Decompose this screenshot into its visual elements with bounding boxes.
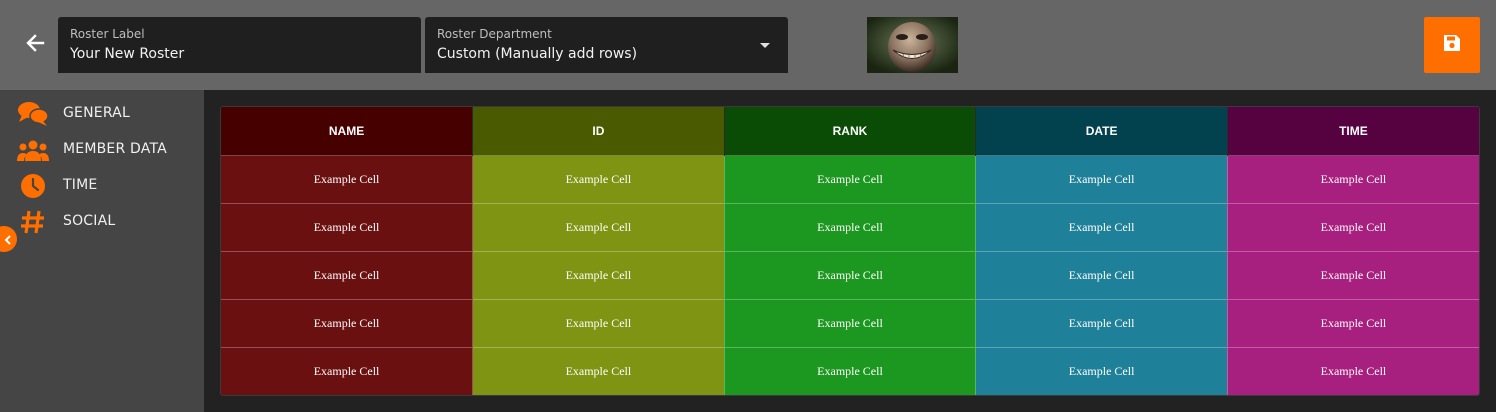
roster-label-input[interactable]: Your New Roster [70, 44, 409, 64]
chevron-left-icon [3, 230, 13, 249]
table-cell[interactable]: Example Cell [975, 251, 1228, 300]
roster-table: NAME ID RANK DATE TIME Example Cell Exam… [220, 106, 1480, 396]
caret-down-icon[interactable] [760, 43, 770, 48]
table-cell[interactable]: Example Cell [472, 203, 725, 252]
table-cell[interactable]: Example Cell [975, 299, 1228, 348]
table-cell[interactable]: Example Cell [221, 155, 474, 204]
table-cell[interactable]: Example Cell [975, 155, 1228, 204]
table-cell[interactable]: Example Cell [472, 299, 725, 348]
sidebar-item-social[interactable]: SOCIAL [0, 204, 204, 240]
table-cell[interactable]: Example Cell [221, 203, 474, 252]
table-row: Example Cell Example Cell Example Cell E… [221, 251, 1479, 300]
roster-department-caption: Roster Department [437, 27, 552, 41]
table-cell[interactable]: Example Cell [1227, 299, 1479, 348]
table-cell[interactable]: Example Cell [1227, 203, 1479, 252]
sidebar-item-time[interactable]: TIME [0, 168, 204, 204]
table-row: Example Cell Example Cell Example Cell E… [221, 155, 1479, 204]
back-button[interactable] [20, 30, 50, 60]
table-row: Example Cell Example Cell Example Cell E… [221, 347, 1479, 395]
column-header-time[interactable]: TIME [1227, 107, 1479, 156]
roster-department-select[interactable]: Roster Department Custom (Manually add r… [425, 17, 788, 73]
table-cell[interactable]: Example Cell [724, 203, 977, 252]
sidebar: GENERAL MEMBER DATA TIME SOCIAL [0, 90, 204, 412]
table-cell[interactable]: Example Cell [975, 203, 1228, 252]
table-header-row: NAME ID RANK DATE TIME [221, 107, 1479, 156]
table-cell[interactable]: Example Cell [221, 299, 474, 348]
clock-icon [17, 173, 49, 199]
table-cell[interactable]: Example Cell [724, 299, 977, 348]
table-cell[interactable]: Example Cell [1227, 251, 1479, 300]
column-header-rank[interactable]: RANK [724, 107, 977, 156]
sidebar-item-label: TIME [63, 177, 98, 193]
table-cell[interactable]: Example Cell [1227, 347, 1479, 395]
column-header-id[interactable]: ID [472, 107, 725, 156]
table-cell[interactable]: Example Cell [724, 251, 977, 300]
table-row: Example Cell Example Cell Example Cell E… [221, 203, 1479, 252]
roster-label-caption: Roster Label [70, 27, 145, 41]
table-cell[interactable]: Example Cell [221, 347, 474, 395]
table-cell[interactable]: Example Cell [472, 251, 725, 300]
roster-department-value: Custom (Manually add rows) [437, 46, 638, 62]
column-header-date[interactable]: DATE [975, 107, 1228, 156]
save-button[interactable] [1424, 17, 1480, 73]
users-icon [17, 137, 49, 163]
roster-label-field[interactable]: Roster Label Your New Roster [58, 17, 421, 73]
hash-icon [17, 209, 49, 235]
table-cell[interactable]: Example Cell [975, 347, 1228, 395]
table-cell[interactable]: Example Cell [472, 347, 725, 395]
floppy-disk-icon [1442, 33, 1462, 57]
arrow-left-icon [25, 33, 45, 57]
chat-bubbles-icon [17, 101, 49, 127]
table-cell[interactable]: Example Cell [221, 251, 474, 300]
sidebar-item-general[interactable]: GENERAL [0, 96, 204, 132]
sidebar-item-label: SOCIAL [63, 213, 116, 229]
table-cell[interactable]: Example Cell [1227, 155, 1479, 204]
top-bar: Roster Label Your New Roster Roster Depa… [0, 0, 1496, 90]
sidebar-item-label: MEMBER DATA [63, 141, 167, 157]
table-cell[interactable]: Example Cell [724, 347, 977, 395]
avatar [867, 17, 958, 73]
table-row: Example Cell Example Cell Example Cell E… [221, 299, 1479, 348]
table-cell[interactable]: Example Cell [724, 155, 977, 204]
sidebar-item-member-data[interactable]: MEMBER DATA [0, 132, 204, 168]
table-cell[interactable]: Example Cell [472, 155, 725, 204]
column-header-name[interactable]: NAME [221, 107, 474, 156]
sidebar-item-label: GENERAL [63, 105, 130, 121]
